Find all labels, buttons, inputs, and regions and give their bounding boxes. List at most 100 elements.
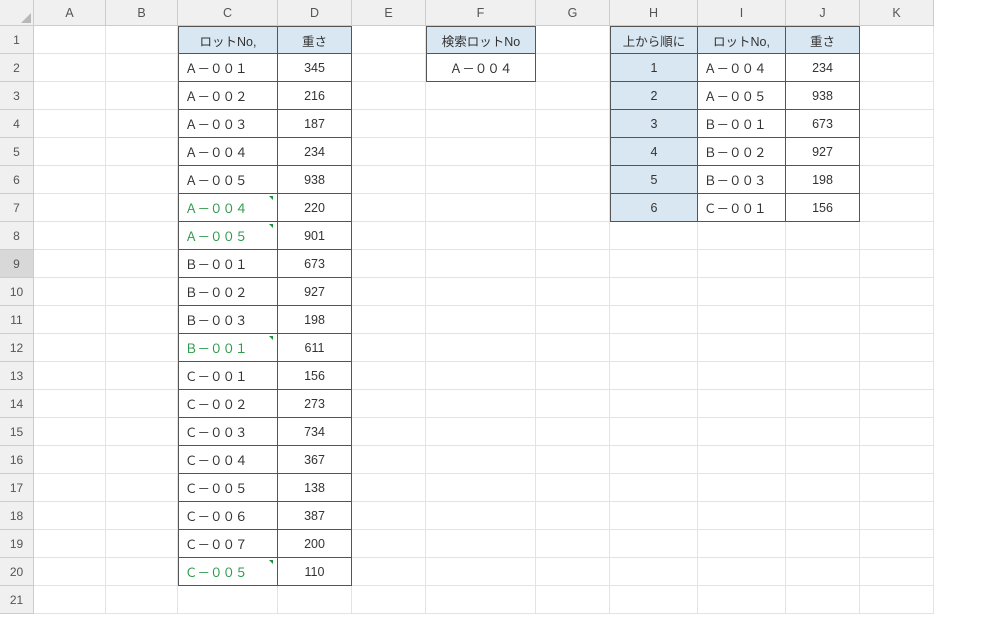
cell-J20[interactable] xyxy=(786,558,860,586)
cell-K20[interactable] xyxy=(860,558,934,586)
cell-A3[interactable] xyxy=(34,82,106,110)
cell-J8[interactable] xyxy=(786,222,860,250)
cell-E13[interactable] xyxy=(352,362,426,390)
cell-C19[interactable]: Ｃ－００７ xyxy=(178,530,278,558)
cell-E15[interactable] xyxy=(352,418,426,446)
cell-H16[interactable] xyxy=(610,446,698,474)
cell-F18[interactable] xyxy=(426,502,536,530)
cell-G10[interactable] xyxy=(536,278,610,306)
cell-I11[interactable] xyxy=(698,306,786,334)
cell-K16[interactable] xyxy=(860,446,934,474)
cell-G14[interactable] xyxy=(536,390,610,418)
select-all-corner[interactable] xyxy=(0,0,34,26)
cell-B15[interactable] xyxy=(106,418,178,446)
cell-B17[interactable] xyxy=(106,474,178,502)
cell-J16[interactable] xyxy=(786,446,860,474)
cell-B1[interactable] xyxy=(106,26,178,54)
cell-K4[interactable] xyxy=(860,110,934,138)
cell-I7[interactable]: Ｃ－００１ xyxy=(698,194,786,222)
cell-F12[interactable] xyxy=(426,334,536,362)
cell-H6[interactable]: 5 xyxy=(610,166,698,194)
cell-E10[interactable] xyxy=(352,278,426,306)
cell-A20[interactable] xyxy=(34,558,106,586)
cell-D19[interactable]: 200 xyxy=(278,530,352,558)
cell-F16[interactable] xyxy=(426,446,536,474)
row-header-8[interactable]: 8 xyxy=(0,222,34,250)
cell-C3[interactable]: Ａ－００２ xyxy=(178,82,278,110)
cell-E9[interactable] xyxy=(352,250,426,278)
cell-J10[interactable] xyxy=(786,278,860,306)
cell-I10[interactable] xyxy=(698,278,786,306)
row-header-11[interactable]: 11 xyxy=(0,306,34,334)
cell-C18[interactable]: Ｃ－００６ xyxy=(178,502,278,530)
cell-B2[interactable] xyxy=(106,54,178,82)
cell-B11[interactable] xyxy=(106,306,178,334)
cell-K1[interactable] xyxy=(860,26,934,54)
cell-H2[interactable]: 1 xyxy=(610,54,698,82)
row-header-1[interactable]: 1 xyxy=(0,26,34,54)
cell-A16[interactable] xyxy=(34,446,106,474)
cell-H4[interactable]: 3 xyxy=(610,110,698,138)
cell-F13[interactable] xyxy=(426,362,536,390)
cell-D16[interactable]: 367 xyxy=(278,446,352,474)
cell-G9[interactable] xyxy=(536,250,610,278)
cell-A8[interactable] xyxy=(34,222,106,250)
row-header-14[interactable]: 14 xyxy=(0,390,34,418)
cell-J6[interactable]: 198 xyxy=(786,166,860,194)
cell-K18[interactable] xyxy=(860,502,934,530)
cell-K8[interactable] xyxy=(860,222,934,250)
cell-G8[interactable] xyxy=(536,222,610,250)
row-header-3[interactable]: 3 xyxy=(0,82,34,110)
cell-E11[interactable] xyxy=(352,306,426,334)
cell-A17[interactable] xyxy=(34,474,106,502)
column-header-E[interactable]: E xyxy=(352,0,426,26)
cell-G19[interactable] xyxy=(536,530,610,558)
cell-F14[interactable] xyxy=(426,390,536,418)
cell-D2[interactable]: 345 xyxy=(278,54,352,82)
row-header-6[interactable]: 6 xyxy=(0,166,34,194)
cell-E6[interactable] xyxy=(352,166,426,194)
row-header-10[interactable]: 10 xyxy=(0,278,34,306)
cell-F1[interactable]: 検索ロットNo xyxy=(426,26,536,54)
cell-D7[interactable]: 220 xyxy=(278,194,352,222)
cell-I6[interactable]: Ｂ－００３ xyxy=(698,166,786,194)
column-header-K[interactable]: K xyxy=(860,0,934,26)
cell-G12[interactable] xyxy=(536,334,610,362)
cell-D15[interactable]: 734 xyxy=(278,418,352,446)
cell-A19[interactable] xyxy=(34,530,106,558)
column-header-I[interactable]: I xyxy=(698,0,786,26)
cell-F9[interactable] xyxy=(426,250,536,278)
cell-I1[interactable]: ロットNo, xyxy=(698,26,786,54)
cell-H9[interactable] xyxy=(610,250,698,278)
cell-J1[interactable]: 重さ xyxy=(786,26,860,54)
cell-C11[interactable]: Ｂ－００３ xyxy=(178,306,278,334)
cell-C2[interactable]: Ａ－００１ xyxy=(178,54,278,82)
cell-F2[interactable]: Ａ－００４ xyxy=(426,54,536,82)
cell-G5[interactable] xyxy=(536,138,610,166)
cell-K2[interactable] xyxy=(860,54,934,82)
cell-A4[interactable] xyxy=(34,110,106,138)
cell-H13[interactable] xyxy=(610,362,698,390)
cell-E12[interactable] xyxy=(352,334,426,362)
row-header-17[interactable]: 17 xyxy=(0,474,34,502)
column-header-F[interactable]: F xyxy=(426,0,536,26)
cell-F21[interactable] xyxy=(426,586,536,614)
cell-I16[interactable] xyxy=(698,446,786,474)
cell-C17[interactable]: Ｃ－００５ xyxy=(178,474,278,502)
cell-C4[interactable]: Ａ－００３ xyxy=(178,110,278,138)
cell-H8[interactable] xyxy=(610,222,698,250)
cell-I20[interactable] xyxy=(698,558,786,586)
cell-B16[interactable] xyxy=(106,446,178,474)
cell-D11[interactable]: 198 xyxy=(278,306,352,334)
cell-B9[interactable] xyxy=(106,250,178,278)
cell-D10[interactable]: 927 xyxy=(278,278,352,306)
cell-H19[interactable] xyxy=(610,530,698,558)
cell-I15[interactable] xyxy=(698,418,786,446)
cell-C8[interactable]: Ａ－００５ xyxy=(178,222,278,250)
cell-I2[interactable]: Ａ－００４ xyxy=(698,54,786,82)
cell-I4[interactable]: Ｂ－００１ xyxy=(698,110,786,138)
cell-C5[interactable]: Ａ－００４ xyxy=(178,138,278,166)
cell-F7[interactable] xyxy=(426,194,536,222)
cell-K11[interactable] xyxy=(860,306,934,334)
cell-H7[interactable]: 6 xyxy=(610,194,698,222)
